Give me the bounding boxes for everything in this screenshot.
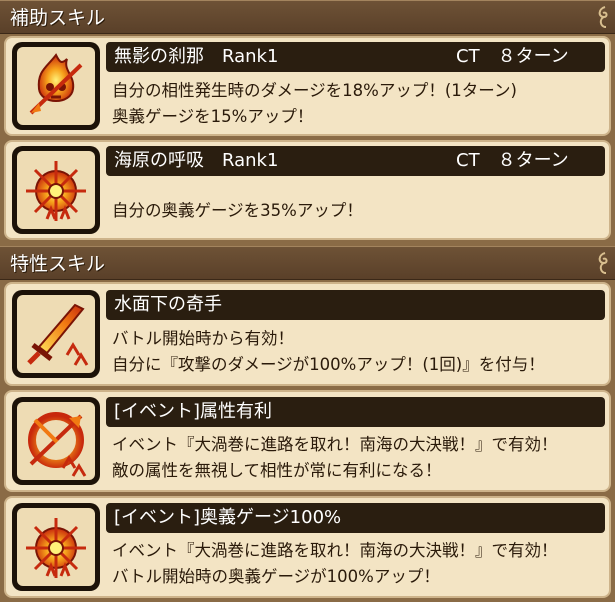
fire-skull-icon [29, 53, 83, 115]
trait-skills-title: 特性スキル [10, 253, 106, 275]
skill-icon-frame [12, 146, 100, 234]
skill-name-bar: 水面下の奇手 [106, 290, 605, 320]
scroll-curl-icon [598, 6, 608, 28]
skill-cooldown: CT ８ターン [456, 150, 569, 171]
skill-name: [イベント]属性有利 [114, 401, 273, 422]
trait-skill-card[interactable]: [イベント]属性有利 イベント『大渦巻に進路を取れ！南海の大決戦！』で有効！ 敵… [4, 390, 611, 492]
flame-compass-icon [26, 161, 86, 221]
support-skills-header: 補助スキル [0, 0, 615, 34]
support-skill-card[interactable]: 海原の呼吸 Rank1 CT ８ターン 自分の奥義ゲージを35%アップ！ [4, 140, 611, 240]
skill-cooldown: CT ８ターン [456, 46, 569, 67]
skill-icon-frame [12, 503, 100, 591]
skill-description: 自分の相性発生時のダメージを18%アップ！(1ターン) 奥義ゲージを15%アップ… [112, 81, 517, 126]
skill-name: 水面下の奇手 [114, 294, 222, 315]
scroll-curl-icon [598, 252, 608, 274]
skill-name-bar: [イベント]属性有利 [106, 397, 605, 427]
skill-name-bar: 無影の刹那 Rank1 CT ８ターン [106, 42, 605, 72]
support-skills-title: 補助スキル [10, 7, 106, 29]
trait-skills-header: 特性スキル [0, 246, 615, 280]
crossed-arrow-icon [28, 412, 87, 477]
skill-description: バトル開始時から有効！ 自分に『攻撃のダメージが100%アップ！(1回)』を付与… [112, 329, 545, 374]
skill-description: イベント『大渦巻に進路を取れ！南海の大決戦！』で有効！ バトル開始時の奥義ゲージ… [112, 541, 558, 586]
skill-description: 自分の奥義ゲージを35%アップ！ [112, 201, 363, 220]
skill-name-bar: 海原の呼吸 Rank1 CT ８ターン [106, 146, 605, 176]
skill-name-bar: [イベント]奥義ゲージ100% [106, 503, 605, 533]
skill-icon-frame [12, 397, 100, 485]
support-skill-card[interactable]: 無影の刹那 Rank1 CT ８ターン 自分の相性発生時のダメージを18%アップ… [4, 36, 611, 136]
trait-skill-card[interactable]: 水面下の奇手 バトル開始時から有効！ 自分に『攻撃のダメージが100%アップ！(… [4, 282, 611, 386]
flame-sword-icon [27, 303, 89, 366]
skill-icon-frame [12, 42, 100, 130]
skill-name: 海原の呼吸 Rank1 [114, 150, 279, 171]
flame-compass-icon [26, 518, 86, 578]
trait-skill-card[interactable]: [イベント]奥義ゲージ100% イベント『大渦巻に進路を取れ！南海の大決戦！』で… [4, 496, 611, 598]
skill-name: [イベント]奥義ゲージ100% [114, 507, 342, 528]
skill-icon-frame [12, 290, 100, 378]
skill-description: イベント『大渦巻に進路を取れ！南海の大決戦！』で有効！ 敵の属性を無視して相性が… [112, 435, 558, 480]
skill-name: 無影の刹那 Rank1 [114, 46, 279, 67]
